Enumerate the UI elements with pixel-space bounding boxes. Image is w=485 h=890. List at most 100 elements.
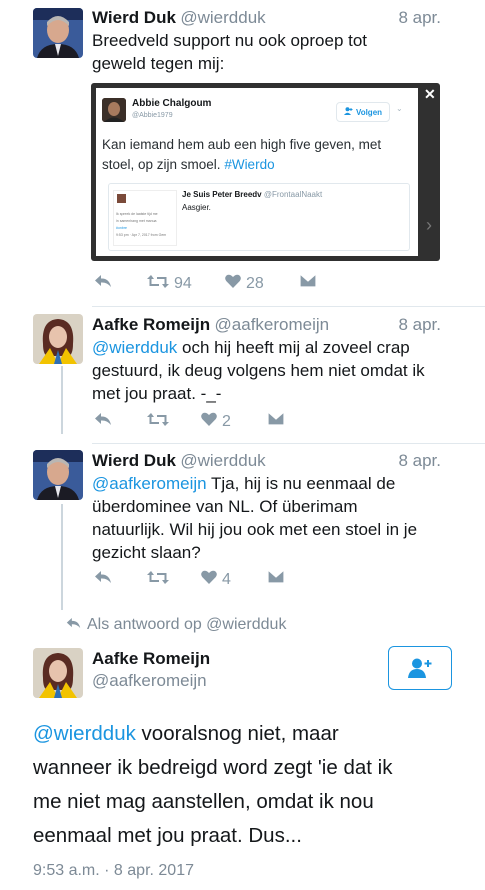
embedded-avatar xyxy=(102,98,126,122)
embedded-follow-label: Volgen xyxy=(355,107,383,117)
tweet-text-rest: och hij heeft mij al zoveel crap xyxy=(177,338,410,357)
thumbnail-line: #onbre xyxy=(116,226,127,230)
retweet-icon xyxy=(147,412,169,432)
tweet-date[interactable]: 8 apr. xyxy=(398,8,441,28)
tweet-author-name[interactable]: Wierd Duk xyxy=(92,451,176,470)
like-icon xyxy=(225,274,241,293)
divider xyxy=(92,306,485,307)
dm-button[interactable] xyxy=(267,411,285,430)
tweet-date[interactable]: 8 apr. xyxy=(398,315,441,335)
embedded-tweet: Abbie Chalgoum @Abbie1979 Volgen ⌄ Kan i… xyxy=(96,88,418,256)
dm-icon xyxy=(299,273,317,292)
quoted-author-handle: @FrontaalNaakt xyxy=(263,190,323,199)
main-tweet-text-line: eenmaal met jou praat. Dus... xyxy=(33,824,302,847)
retweet-icon xyxy=(147,274,169,294)
tweet-mention[interactable]: @wierdduk xyxy=(92,338,177,357)
main-tweet-text-rest: vooralsnog niet, maar xyxy=(135,722,339,745)
dm-button[interactable] xyxy=(299,273,317,292)
embedded-author-handle: @Abbie1979 xyxy=(132,112,173,119)
avatar-wierd-duk[interactable] xyxy=(33,8,83,58)
like-count: 2 xyxy=(222,412,231,430)
reply-button[interactable] xyxy=(94,274,112,293)
tweet-text-line: geweld tegen mij: xyxy=(92,54,225,73)
tweet-text-line: überdominee van NL. Of überimam xyxy=(92,497,358,516)
retweet-count: 94 xyxy=(174,275,192,292)
like-button[interactable]: 2 xyxy=(201,412,231,431)
reply-icon xyxy=(66,616,81,634)
retweet-button[interactable]: 94 xyxy=(147,274,192,294)
tweet-author-name[interactable]: Aafke Romeijn xyxy=(92,315,210,334)
main-tweet-text-line: me niet mag aanstellen, omdat ik nou xyxy=(33,790,374,813)
like-icon xyxy=(201,412,217,431)
tweet-1-header: Wierd Duk @wierdduk xyxy=(92,8,266,28)
divider xyxy=(92,443,485,444)
like-count: 4 xyxy=(222,570,231,588)
reply-context-label: Als antwoord op @wierdduk xyxy=(87,616,287,633)
main-tweet-text: @wierdduk vooralsnog niet, maar wanneer … xyxy=(33,717,453,853)
chevron-right-icon: › xyxy=(426,215,432,235)
reply-icon xyxy=(94,274,112,293)
tweet-author-handle[interactable]: @wierdduk xyxy=(180,8,265,27)
embedded-tweet-image[interactable]: Abbie Chalgoum @Abbie1979 Volgen ⌄ Kan i… xyxy=(91,83,440,261)
tweet-text-line: @aafkeromeijn Tja, hij is nu eenmaal de xyxy=(92,472,444,495)
tweet-text-line: @wierdduk och hij heeft mij al zoveel cr… xyxy=(92,336,444,359)
avatar-aafke-romeijn[interactable] xyxy=(33,314,83,364)
like-icon xyxy=(201,570,217,589)
tweet-actions: 2 xyxy=(92,411,422,436)
tweet-text-line: met jou praat. -_- xyxy=(92,384,222,403)
quoted-author-name: Je Suis Peter Breedv xyxy=(182,190,262,199)
quoted-tweet-thumbnail: Ik spreek de laatste tijd me in samenhan… xyxy=(113,190,177,246)
like-button[interactable]: 4 xyxy=(201,570,231,589)
thumbnail-line: in samenhang met manua xyxy=(116,219,157,223)
embedded-follow-button: Volgen xyxy=(336,102,390,122)
tweet-text-line: gezicht slaan? xyxy=(92,543,201,562)
like-button[interactable]: 28 xyxy=(225,274,264,293)
close-icon: ✕ xyxy=(424,86,436,102)
thread-line xyxy=(61,504,63,610)
like-count: 28 xyxy=(246,274,264,292)
tweet-text-line: natuurlijk. Wil hij jou ook met een stoe… xyxy=(92,520,418,539)
tweet-author-name[interactable]: Wierd Duk xyxy=(92,8,176,27)
reply-context[interactable]: Als antwoord op @wierdduk xyxy=(66,616,286,634)
thumbnail-line: 9:53 pm · Apr 7, 2017 from Gem xyxy=(116,233,167,237)
embedded-author-name: Abbie Chalgoum xyxy=(132,98,212,109)
avatar-wierd-duk[interactable] xyxy=(33,450,83,500)
tweet-text: @wierdduk och hij heeft mij al zoveel cr… xyxy=(92,336,444,405)
retweet-button[interactable] xyxy=(147,412,169,432)
embedded-hashtag: #Wierdo xyxy=(224,157,275,172)
tweet-text-line: gestuurd, ik deug volgens hem niet omdat… xyxy=(92,361,425,380)
main-tweet-text-line: wanneer ik bedreigd word zegt 'ie dat ik xyxy=(33,756,393,779)
quoted-thumbnail-lines: Ik spreek de laatste tijd me in samenhan… xyxy=(116,211,176,239)
dm-button[interactable] xyxy=(267,569,285,588)
follow-button[interactable] xyxy=(388,646,452,690)
tweet-2-header: Aafke Romeijn @aafkeromeijn xyxy=(92,315,329,335)
main-tweet-mention[interactable]: @wierdduk xyxy=(33,722,136,745)
main-tweet-author-handle: @aafkeromeijn xyxy=(92,671,207,690)
follow-user-icon xyxy=(343,107,353,117)
tweet-text: @aafkeromeijn Tja, hij is nu eenmaal de … xyxy=(92,472,444,564)
main-tweet-text-line: @wierdduk vooralsnog niet, maar xyxy=(33,717,453,751)
reply-button[interactable] xyxy=(94,412,112,431)
embedded-text-line: stoel, op zijn smoel. #Wierdo xyxy=(102,155,412,175)
tweet-date[interactable]: 8 apr. xyxy=(398,451,441,471)
tweet-author-handle[interactable]: @aafkeromeijn xyxy=(215,315,330,334)
retweet-button[interactable] xyxy=(147,570,169,590)
embedded-text-plain: stoel, op zijn smoel. xyxy=(102,157,225,172)
tweet-mention[interactable]: @aafkeromeijn xyxy=(92,474,207,493)
tweet-actions: 94 28 xyxy=(92,273,422,298)
quoted-tweet-text: Aasgier. xyxy=(182,203,211,212)
main-tweet-author[interactable]: Aafke Romeijn @aafkeromeijn xyxy=(92,649,210,691)
thread-line xyxy=(61,366,63,434)
dm-icon xyxy=(267,411,285,430)
tweet-author-handle[interactable]: @wierdduk xyxy=(180,451,265,470)
main-tweet-author-name: Aafke Romeijn xyxy=(92,649,211,668)
embedded-text-line: Kan iemand hem aub een high five geven, … xyxy=(102,137,382,152)
tweet-text: Breedveld support nu ook oproep tot gewe… xyxy=(92,29,444,75)
avatar-aafke-romeijn[interactable] xyxy=(33,648,83,698)
chevron-down-icon: ⌄ xyxy=(396,104,403,113)
tweet-actions: 4 xyxy=(92,569,422,594)
tweet-3-header: Wierd Duk @wierdduk xyxy=(92,451,266,471)
reply-button[interactable] xyxy=(94,570,112,589)
main-tweet-timestamp[interactable]: 9:53 a.m. · 8 apr. 2017 xyxy=(33,862,194,880)
tweet-text-line: Breedveld support nu ook oproep tot xyxy=(92,31,368,50)
